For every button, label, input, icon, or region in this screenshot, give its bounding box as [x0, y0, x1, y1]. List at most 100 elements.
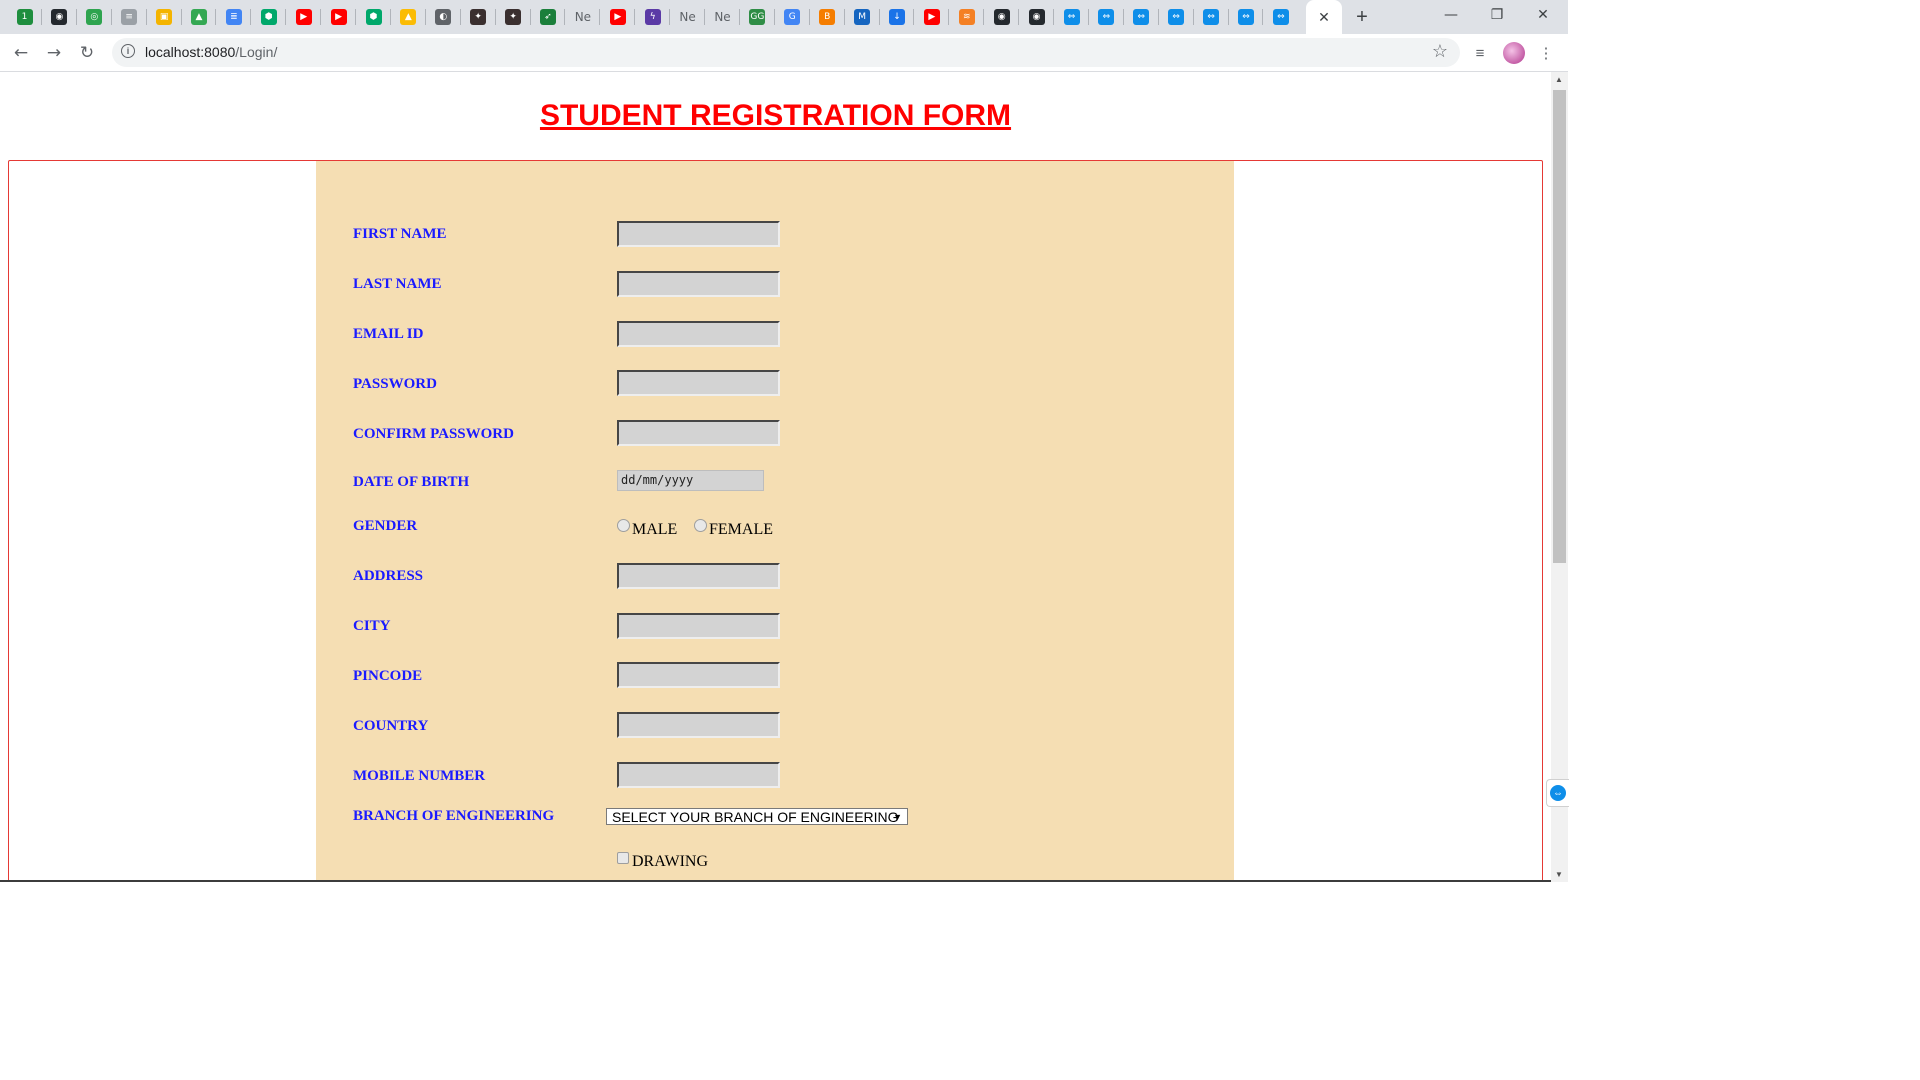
browser-tab[interactable]: ▲ — [391, 0, 426, 34]
profile-avatar[interactable] — [1503, 42, 1525, 64]
browser-tab[interactable]: ▲ — [182, 0, 217, 34]
tab-separator — [355, 9, 356, 25]
address-input[interactable] — [617, 563, 780, 589]
google-drive-icon: ▲ — [400, 9, 417, 25]
teamviewer-icon: ⇔ — [1550, 785, 1566, 801]
browser-tab[interactable]: ◉ — [1019, 0, 1054, 34]
confirm-password-input[interactable] — [617, 420, 780, 446]
browser-tab[interactable]: ⇔ — [1229, 0, 1264, 34]
tab-separator — [529, 9, 531, 25]
browser-tab[interactable]: ⇔ — [1124, 0, 1159, 34]
google-icon: G — [784, 9, 801, 25]
scroll-thumb[interactable] — [1553, 90, 1566, 563]
city-input[interactable] — [617, 613, 780, 639]
browser-tab[interactable]: ≣ — [216, 0, 251, 34]
browser-tab[interactable]: ⇔ — [1263, 0, 1298, 34]
dropdown-arrow-icon: ▼ — [893, 812, 902, 822]
tab-close-icon[interactable]: ✕ — [1318, 9, 1330, 26]
tab-separator — [320, 9, 322, 25]
pincode-input[interactable] — [617, 662, 780, 688]
browser-tab[interactable]: ▶ — [914, 0, 949, 34]
browser-tab[interactable]: GG — [740, 0, 775, 34]
browser-tab[interactable]: ⬢ — [251, 0, 286, 34]
teamviewer-icon: ⇔ — [1168, 9, 1185, 25]
gender-label: GENDER — [353, 518, 418, 534]
browser-tab[interactable]: ◉ — [42, 0, 77, 34]
country-label: COUNTRY — [353, 718, 429, 734]
browser-tab[interactable]: ↓ — [880, 0, 915, 34]
browser-tab[interactable]: ➶ — [531, 0, 566, 34]
country-input[interactable] — [617, 712, 780, 738]
browser-tab[interactable]: Ne — [670, 0, 705, 34]
back-button[interactable]: ← — [8, 40, 34, 66]
download-icon: ↓ — [889, 9, 905, 25]
browser-tab[interactable]: ⬢ — [356, 0, 391, 34]
game-icon: ✦ — [470, 9, 487, 25]
google-drive-icon: ▲ — [191, 9, 207, 25]
email-input[interactable] — [617, 321, 780, 347]
gender-male-radio[interactable] — [617, 519, 630, 532]
browser-tab[interactable]: Ne — [705, 0, 740, 34]
browser-tab[interactable]: ⇔ — [1054, 0, 1089, 34]
password-input[interactable] — [617, 370, 780, 396]
last-name-input[interactable] — [617, 271, 780, 297]
menu-kebab-icon[interactable]: ⋮ — [1536, 43, 1556, 63]
browser-tab[interactable]: ✦ — [496, 0, 531, 34]
tab-title: Ne — [574, 10, 592, 24]
bookmark-star-icon[interactable]: ☆ — [1432, 41, 1448, 62]
mobile-number-input[interactable] — [617, 762, 780, 788]
browser-tab[interactable]: ▶ — [321, 0, 356, 34]
tab-separator — [878, 9, 880, 25]
youtube-icon: ▶ — [295, 9, 312, 25]
maven-icon: M — [854, 9, 871, 25]
browser-tab[interactable]: ϟ — [635, 0, 670, 34]
scroll-up-icon[interactable]: ▲ — [1555, 75, 1563, 84]
browser-tab[interactable]: B — [810, 0, 845, 34]
drawing-checkbox[interactable] — [617, 852, 629, 864]
browser-tab[interactable]: ⇔ — [1159, 0, 1194, 34]
first-name-input[interactable] — [617, 221, 780, 247]
browser-tab[interactable]: ⇔ — [1194, 0, 1229, 34]
restore-button[interactable]: ❐ — [1474, 0, 1520, 30]
browser-tab[interactable]: ≡ — [112, 0, 147, 34]
tab-separator — [738, 9, 740, 25]
tab-separator — [913, 9, 915, 25]
youtube-icon: ▶ — [923, 9, 940, 25]
minimize-button[interactable]: — — [1428, 0, 1474, 30]
browser-tab[interactable]: ≋ — [949, 0, 984, 34]
forward-button[interactable]: → — [41, 40, 67, 66]
url-text[interactable]: localhost:8080/Login/ — [145, 44, 277, 60]
gender-female-radio[interactable] — [694, 519, 707, 532]
browser-tab[interactable]: ✦ — [461, 0, 496, 34]
window-close-button[interactable]: ✕ — [1520, 0, 1566, 30]
new-tab-button[interactable]: + — [1350, 0, 1374, 34]
browser-tab[interactable]: 1 — [7, 0, 42, 34]
browser-tab[interactable]: ⇔ — [1089, 0, 1124, 34]
dob-input[interactable]: dd/mm/yyyy — [617, 470, 764, 491]
vertical-scrollbar[interactable]: ▲ ▼ — [1551, 72, 1568, 882]
tab-separator — [1227, 9, 1229, 25]
browser-tab[interactable]: ◉ — [984, 0, 1019, 34]
browser-tab[interactable]: ▶ — [286, 0, 321, 34]
browser-tab[interactable]: Ne — [565, 0, 600, 34]
address-bar[interactable]: i localhost:8080/Login/ ☆ — [112, 38, 1460, 67]
shield-icon: ⬢ — [365, 9, 382, 25]
address-label: ADDRESS — [353, 568, 424, 584]
browser-tab[interactable]: ▶ — [600, 0, 635, 34]
pincode-label: PINCODE — [353, 668, 423, 684]
active-tab[interactable]: ✕ — [1306, 0, 1342, 34]
github-icon: ◉ — [1028, 9, 1045, 25]
tab-separator — [843, 9, 845, 25]
google-docs-icon: ≣ — [225, 9, 242, 25]
reload-button[interactable]: ↻ — [74, 40, 100, 66]
browser-tab[interactable]: ▣ — [147, 0, 182, 34]
site-info-icon[interactable]: i — [121, 44, 135, 58]
browser-tab[interactable]: G — [775, 0, 810, 34]
media-queue-icon[interactable]: ≡ — [1470, 43, 1490, 63]
browser-tab[interactable]: M — [845, 0, 880, 34]
branch-select[interactable]: SELECT YOUR BRANCH OF ENGINEERING ▼ — [606, 808, 908, 825]
browser-tab[interactable]: ◐ — [426, 0, 461, 34]
browser-tab[interactable]: ◎ — [77, 0, 112, 34]
teamviewer-side-widget[interactable]: ⇔ — [1546, 779, 1569, 807]
scroll-down-icon[interactable]: ▼ — [1555, 870, 1563, 879]
